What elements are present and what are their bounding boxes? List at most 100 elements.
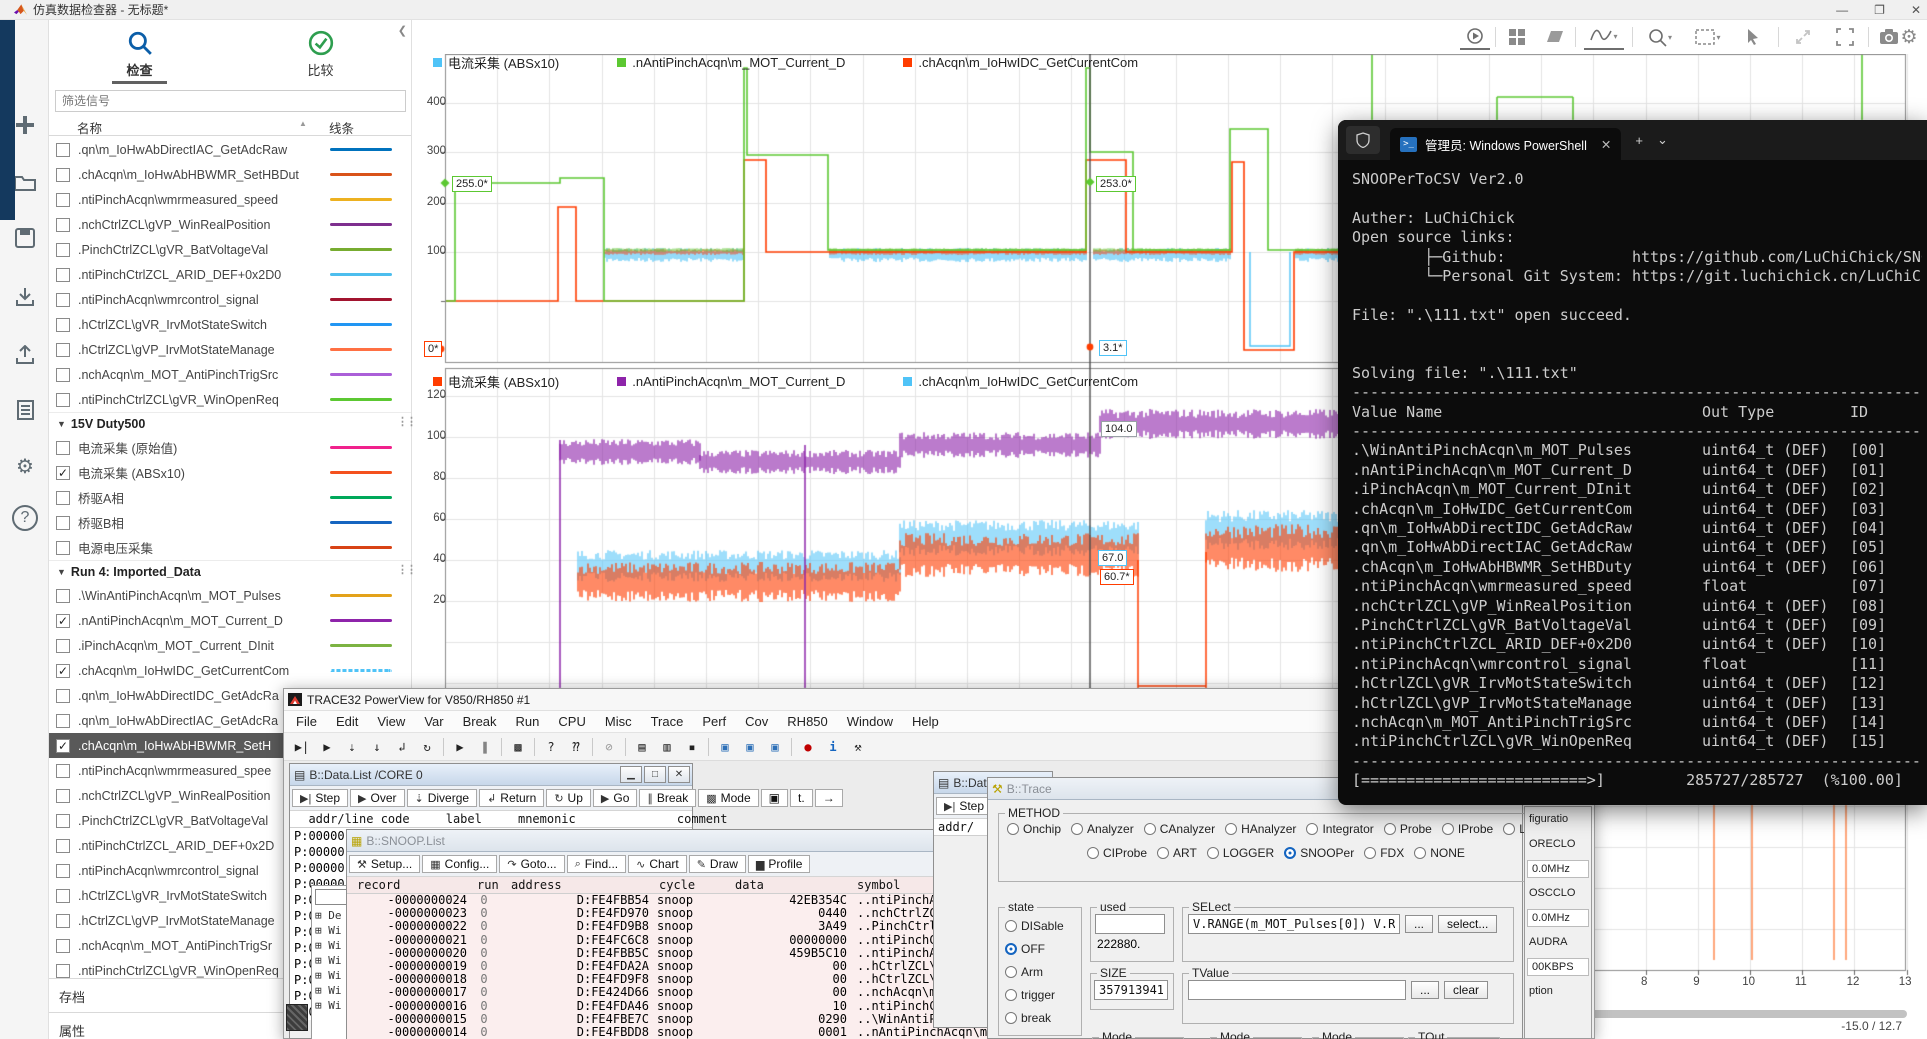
break-button[interactable]: ∥Break	[639, 789, 696, 807]
signal-checkbox[interactable]	[56, 343, 70, 357]
signal-row[interactable]: ✓电流采集 (ABSx10)	[49, 460, 411, 485]
toolbar-button[interactable]: ▣	[738, 736, 762, 758]
snoop-row[interactable]: -00000000150D:FE4FBE7Csnoop0290..\WinAnt…	[347, 1013, 1012, 1026]
menu-var[interactable]: Var	[424, 714, 443, 729]
over-button[interactable]: ▶Over	[350, 789, 404, 807]
import-down-icon[interactable]	[8, 280, 42, 314]
signal-checkbox[interactable]	[56, 143, 70, 157]
data-tip[interactable]: 253.0*	[1096, 176, 1136, 192]
signal-checkbox[interactable]	[56, 689, 70, 703]
legend-item[interactable]: .chAcqn\m_IoHwIDC_GetCurrentCom	[903, 372, 1138, 391]
tab-dropdown-icon[interactable]: ⌄	[1657, 132, 1668, 148]
signal-row[interactable]: .hCtrlZCL\gVR_IrvMotStateSwitch	[49, 312, 411, 337]
snoop-row[interactable]: -00000000170D:FE424D66snoop00..nchAcqn\m…	[347, 986, 1012, 999]
step-button[interactable]: ▶|Step	[936, 797, 992, 815]
step-button[interactable]: ▶|Step	[292, 789, 348, 807]
toolbar-button[interactable]: ∥	[473, 736, 497, 758]
toolbar-button[interactable]: ↻	[415, 736, 439, 758]
menu-edit[interactable]: Edit	[336, 714, 358, 729]
signal-group-header[interactable]: ▼Run 4: Imported_Data⋮⋮	[49, 560, 411, 583]
signal-table-header[interactable]: 名称 ▲ 线条	[49, 116, 411, 136]
toolbar-button[interactable]: ▶|	[290, 736, 314, 758]
select-more-button[interactable]: ...	[1405, 915, 1433, 933]
menu-run[interactable]: Run	[516, 714, 540, 729]
fullscreen-icon[interactable]	[1830, 24, 1860, 50]
tvalue-input[interactable]	[1188, 980, 1406, 1000]
toolbar-button[interactable]: ▩	[506, 736, 530, 758]
signal-row[interactable]: .chAcqn\m_IoHwAbHBWMR_SetHBDut	[49, 162, 411, 187]
child-maximize-button[interactable]: □	[644, 766, 666, 783]
toolbar-button[interactable]: ▥	[655, 736, 679, 758]
legend-item[interactable]: .nAntiPinchAcqn\m_MOT_Current_D	[617, 53, 845, 72]
filter-signals-input[interactable]	[55, 90, 406, 112]
signal-checkbox[interactable]: ✓	[56, 739, 70, 753]
menu-help[interactable]: Help	[912, 714, 939, 729]
signal-checkbox[interactable]	[56, 889, 70, 903]
snoop-column-run[interactable]: run	[471, 878, 505, 892]
help-icon[interactable]: ?	[12, 505, 38, 531]
toolbar-button[interactable]: i	[821, 736, 845, 758]
signal-checkbox[interactable]	[56, 268, 70, 282]
terminal-output[interactable]: SNOOPerToCSV Ver2.0Auther: LuChiChickOpe…	[1352, 170, 1922, 791]
snoop-row[interactable]: -00000000190D:FE4FDA2Asnoop00..hCtrlZCL\…	[347, 960, 1012, 973]
radio-trigger[interactable]: trigger	[1005, 988, 1055, 1002]
radio-ciprobe[interactable]: CIProbe	[1087, 846, 1147, 860]
signal-group-header[interactable]: ▼15V Duty500⋮⋮	[49, 412, 411, 435]
find-button[interactable]: ⌕Find...	[567, 855, 627, 873]
menu-trace[interactable]: Trace	[651, 714, 684, 729]
up-button[interactable]: ↻Up	[546, 789, 591, 807]
signal-row[interactable]: .ntiPinchAcqn\wmrmeasured_speed	[49, 187, 411, 212]
child-close-button[interactable]: ✕	[668, 766, 690, 783]
menu-view[interactable]: View	[377, 714, 405, 729]
legend-item[interactable]: 电流采集 (ABSx10)	[433, 53, 559, 72]
radio-analyzer[interactable]: Analyzer	[1071, 822, 1134, 836]
config-button[interactable]: ▦Config...	[422, 855, 497, 873]
radio-onchip[interactable]: Onchip	[1007, 822, 1061, 836]
menu-cov[interactable]: Cov	[745, 714, 768, 729]
size-input[interactable]	[1094, 980, 1168, 1000]
signal-checkbox[interactable]	[56, 441, 70, 455]
signal-row[interactable]: .PinchCtrlZCL\gVR_BatVoltageVal	[49, 237, 411, 262]
toolbar-button[interactable]: ⁇	[564, 736, 588, 758]
signal-checkbox[interactable]	[56, 393, 70, 407]
signal-row[interactable]: 桥驱B相	[49, 510, 411, 535]
profile-button[interactable]: ▆Profile	[748, 855, 810, 873]
radio-logger[interactable]: LOGGER	[1207, 846, 1274, 860]
signal-checkbox[interactable]: ✓	[56, 466, 70, 480]
toolbar-button[interactable]: t.	[790, 789, 813, 807]
snoop-row[interactable]: -00000000210D:FE4FC6C8snoop00000000..nti…	[347, 934, 1012, 947]
radio-iprobe[interactable]: IProbe	[1442, 822, 1493, 836]
draw-button[interactable]: ✎Draw	[689, 855, 746, 873]
menu-cpu[interactable]: CPU	[558, 714, 585, 729]
snoop-column-cycle[interactable]: cycle	[653, 878, 729, 892]
radio-fdx[interactable]: FDX	[1364, 846, 1404, 860]
menu-perf[interactable]: Perf	[702, 714, 726, 729]
mode-button[interactable]: ▩Mode	[698, 789, 758, 807]
go-button[interactable]: ▶Go	[593, 789, 637, 807]
radio-off[interactable]: OFF	[1005, 942, 1045, 956]
signal-checkbox[interactable]	[56, 318, 70, 332]
snoop-row[interactable]: -00000000200D:FE4FBB5Csnoop459B5C10..nti…	[347, 947, 1012, 960]
signal-checkbox[interactable]	[56, 789, 70, 803]
signal-checkbox[interactable]	[56, 939, 70, 953]
toolbar-button[interactable]: ▪	[680, 736, 704, 758]
snoop-row[interactable]: -00000000180D:FE4FD9F8snoop00..hCtrlZCL\…	[347, 973, 1012, 986]
signal-row[interactable]: 桥驱A相	[49, 485, 411, 510]
used-input[interactable]	[1095, 914, 1165, 934]
radio-hanalyzer[interactable]: HAnalyzer	[1225, 822, 1296, 836]
radio-canalyzer[interactable]: CAnalyzer	[1144, 822, 1215, 836]
signal-checkbox[interactable]	[56, 243, 70, 257]
tvalue-more-button[interactable]: ...	[1411, 981, 1439, 999]
zoom-in-icon[interactable]: ▾	[1640, 24, 1680, 50]
signal-checkbox[interactable]	[56, 491, 70, 505]
signal-row[interactable]: ✓.nAntiPinchAcqn\m_MOT_Current_D	[49, 608, 411, 633]
signal-row[interactable]: .ntiPinchCtrlZCL\gVR_WinOpenReq	[49, 387, 411, 412]
select-input[interactable]	[1188, 914, 1400, 934]
signal-checkbox[interactable]	[56, 814, 70, 828]
signal-checkbox[interactable]	[56, 964, 70, 978]
legend-item[interactable]: 电流采集 (ABSx10)	[433, 372, 559, 391]
signal-checkbox[interactable]	[56, 193, 70, 207]
signal-checkbox[interactable]	[56, 639, 70, 653]
snoop-row[interactable]: -00000000230D:FE4FD970snoop0440..nchCtrl…	[347, 907, 1012, 920]
snoop-row[interactable]: -00000000240D:FE4FBB54snoop42EB354C..nti…	[347, 894, 1012, 907]
